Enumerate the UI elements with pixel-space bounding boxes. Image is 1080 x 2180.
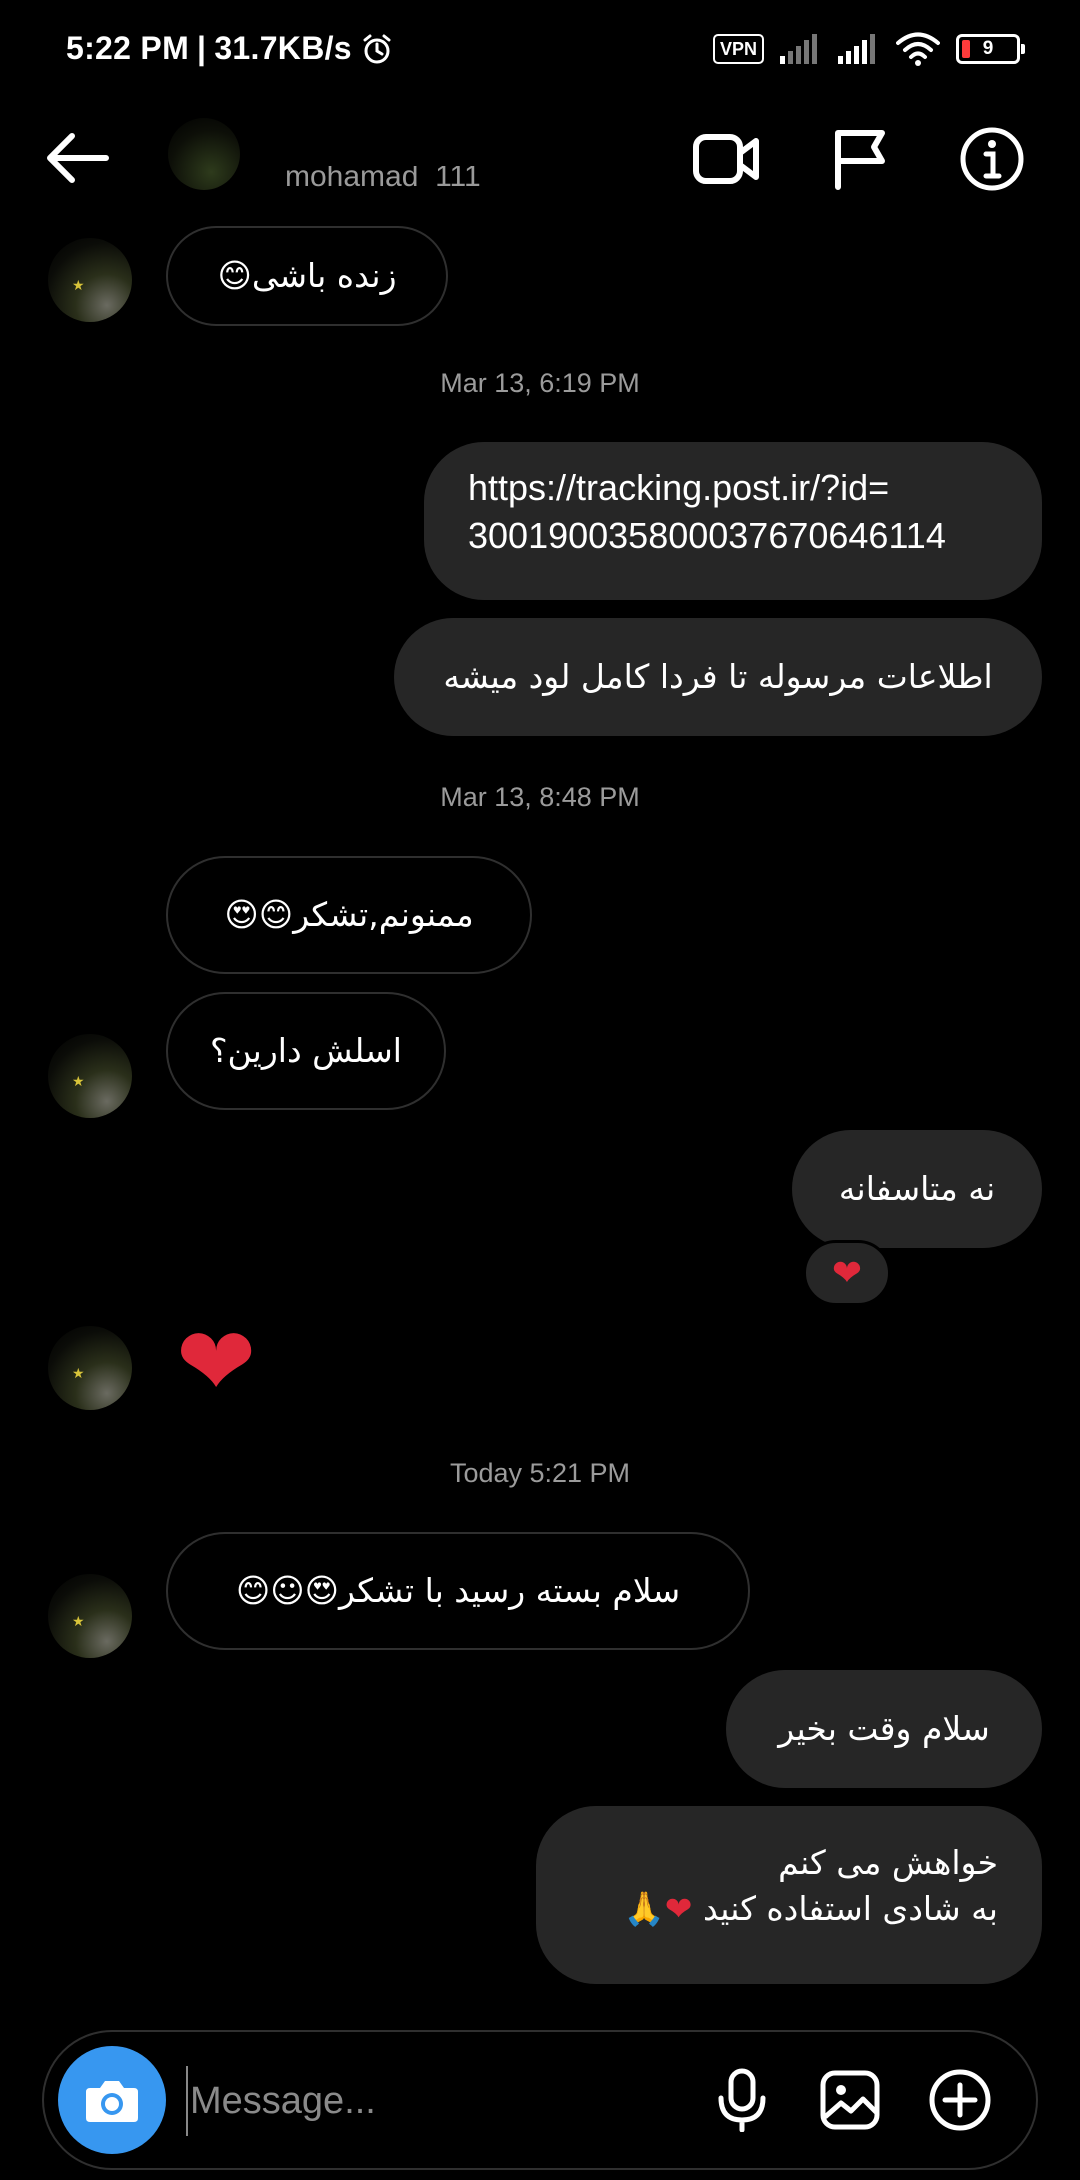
vpn-badge: VPN [712,34,764,64]
camera-icon [86,2081,138,2122]
camera-button[interactable] [58,2046,166,2154]
header-avatar[interactable] [168,118,240,190]
message-line-2: به شادی استفاده کنید ❤🙏 [580,1886,998,1932]
large-heart-message[interactable]: ❤ [176,1312,256,1412]
message-text: اطلاعات مرسوله تا فردا کامل لود میشه [443,657,993,696]
alarm-icon [363,34,391,63]
message-text: به شادی استفاده کنید [702,1889,998,1928]
status-separator: | [197,30,207,66]
message-text: اسلش دارین؟ [210,1031,402,1070]
outgoing-message[interactable]: نه متاسفانه [792,1130,1042,1248]
incoming-message[interactable]: اسلش دارین؟ [166,992,446,1110]
wifi-icon [896,32,940,66]
report-button[interactable] [823,122,897,196]
sender-avatar[interactable] [48,1574,132,1658]
plus-circle-icon [929,2069,991,2131]
status-left: 5:22 PM | 31.7KB/s [66,30,394,67]
incoming-message[interactable]: سلام بسته رسید با تشکر 😍☺😊 [166,1532,750,1650]
back-arrow-icon[interactable] [42,128,112,188]
header-username[interactable]: mohamad_111 [285,166,481,188]
message-input[interactable] [186,2066,726,2136]
emoji-group: ❤🙏 [623,1889,693,1928]
outgoing-message[interactable]: خواهش می کنم به شادی استفاده کنید ❤🙏 [536,1806,1042,1984]
sender-avatar[interactable] [48,1326,132,1410]
incoming-message[interactable]: ممنونم,تشکر 😊😍 [166,856,532,974]
message-line-1: خواهش می کنم [778,1843,998,1882]
link-line-1[interactable]: https://tracking.post.ir/?id= [468,464,998,512]
status-bar: 5:22 PM | 31.7KB/s VPN 9 [0,0,1080,100]
message-text: نه متاسفانه [838,1169,996,1208]
signal-icon-2 [838,34,875,64]
video-camera-icon [693,134,759,184]
emoji-group: 😍☺😊 [235,1571,340,1610]
network-speed: 31.7KB/s [214,30,352,66]
info-button[interactable] [955,122,1029,196]
emoji-group: 😊😍 [224,895,294,934]
status-time: 5:22 PM [66,30,190,66]
outgoing-message[interactable]: سلام وقت بخیر [726,1670,1042,1788]
message-text: سلام بسته رسید با تشکر [339,1571,681,1610]
message-text: سلام وقت بخیر [778,1709,990,1748]
battery-level: 9 [982,38,994,59]
sender-avatar[interactable] [48,1034,132,1118]
heart-icon: ❤ [176,1306,257,1418]
signal-icon [780,34,817,64]
message-list[interactable]: زنده باشی😊 Mar 13, 6:19 PM https://track… [0,220,1080,2020]
smile-emoji: 😊 [217,256,252,295]
image-icon [820,2070,880,2130]
message-text: ممنونم,تشکر [293,895,474,934]
outgoing-message[interactable]: اطلاعات مرسوله تا فردا کامل لود میشه [394,618,1042,736]
heart-icon: ❤ [831,1252,863,1294]
dm-screen: 5:22 PM | 31.7KB/s VPN 9 mohamad_111 ★ ز… [0,0,1080,2180]
heart-reaction[interactable]: ❤ [803,1240,891,1306]
timestamp: Mar 13, 8:48 PM [440,782,640,812]
status-right: VPN 9 [712,32,1025,66]
chat-header: mohamad_111 [0,100,1080,220]
info-icon [960,127,1024,191]
video-call-button[interactable] [690,122,764,196]
battery-icon: 9 [956,34,1025,64]
more-button[interactable] [924,2064,996,2136]
message-composer [42,2030,1038,2170]
outgoing-link-message[interactable]: https://tracking.post.ir/?id= 3001900358… [424,442,1042,600]
timestamp: Today 5:21 PM [449,1458,631,1488]
incoming-message[interactable]: زنده باشی 😊 [166,226,448,326]
sender-avatar[interactable] [48,238,132,322]
link-line-2[interactable]: 300190035800037670646114 [468,512,998,560]
gallery-button[interactable] [814,2064,886,2136]
timestamp: Mar 13, 6:19 PM [440,368,640,398]
flag-icon [835,130,885,190]
message-text: زنده باشی [251,256,397,295]
voice-button[interactable] [706,2064,778,2136]
microphone-icon [718,2068,766,2132]
